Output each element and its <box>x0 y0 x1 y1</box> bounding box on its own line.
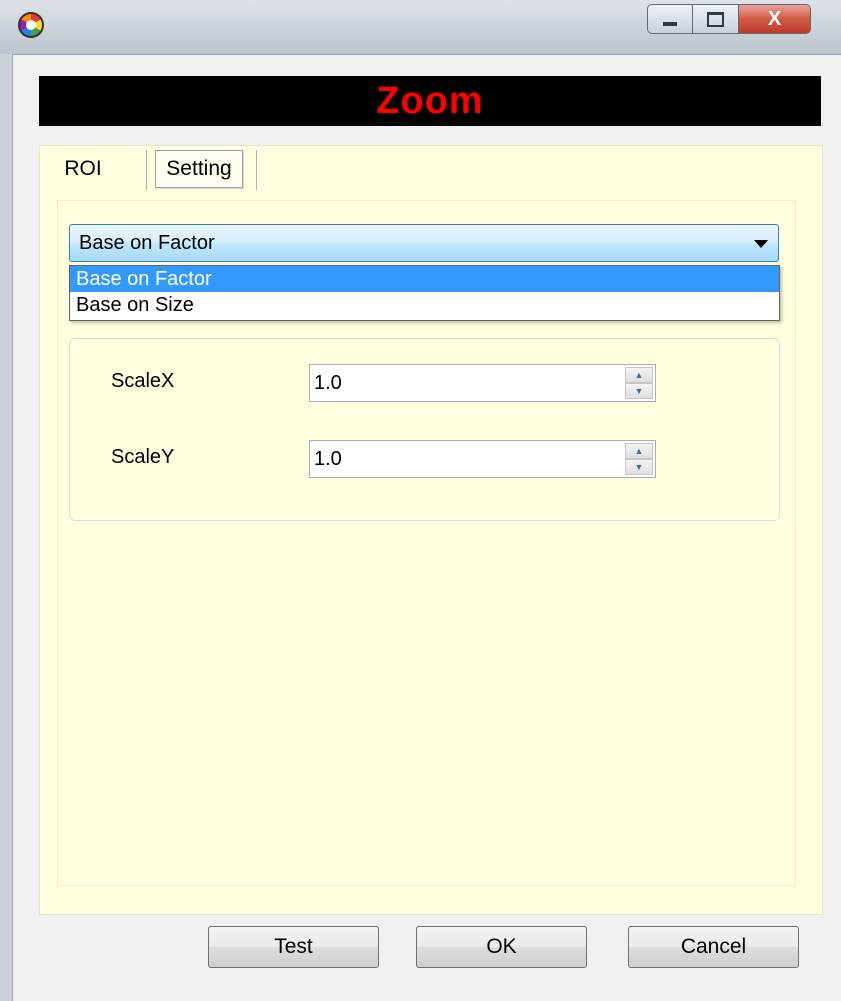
minimize-button[interactable] <box>647 4 693 34</box>
cancel-button[interactable]: Cancel <box>628 926 799 968</box>
tab-setting[interactable]: Setting <box>155 150 243 188</box>
ok-button[interactable]: OK <box>416 926 587 968</box>
mode-dropdown-list: Base on Factor Base on Size <box>69 265 780 321</box>
zoom-dialog-window: X Zoom ROI Setting Base on Factor Base o… <box>0 0 841 1001</box>
window-controls: X <box>647 4 811 36</box>
test-button[interactable]: Test <box>208 926 379 968</box>
tab-divider <box>146 150 147 190</box>
close-button[interactable]: X <box>739 4 811 34</box>
minimize-icon <box>663 22 677 26</box>
spin-up-icon[interactable]: ▲ <box>625 367 653 383</box>
scaley-stepper[interactable]: 1.0 ▲ ▼ <box>309 440 656 478</box>
window-frame-left <box>0 54 13 1001</box>
scaley-spin-buttons: ▲ ▼ <box>625 443 653 475</box>
mode-select[interactable]: Base on Factor <box>69 224 779 262</box>
scalex-label: ScaleX <box>111 370 175 392</box>
spin-down-icon[interactable]: ▼ <box>625 459 653 475</box>
maximize-button[interactable] <box>693 4 739 34</box>
scalex-spin-buttons: ▲ ▼ <box>625 367 653 399</box>
tab-roi[interactable]: ROI <box>58 149 108 189</box>
maximize-icon <box>707 11 724 27</box>
title-bar[interactable]: X <box>0 0 841 55</box>
dropdown-option-base-on-size[interactable]: Base on Size <box>70 292 779 318</box>
close-icon: X <box>767 7 782 30</box>
mode-select-value: Base on Factor <box>79 231 215 254</box>
page-title: Zoom <box>39 76 821 126</box>
spin-down-icon[interactable]: ▼ <box>625 383 653 399</box>
scaley-value[interactable]: 1.0 <box>314 448 342 471</box>
spin-up-icon[interactable]: ▲ <box>625 443 653 459</box>
scalex-value[interactable]: 1.0 <box>314 372 342 395</box>
chevron-down-icon[interactable] <box>754 240 768 248</box>
scalex-stepper[interactable]: 1.0 ▲ ▼ <box>309 364 656 402</box>
tab-divider <box>256 150 257 190</box>
scaley-label: ScaleY <box>111 446 175 468</box>
app-icon[interactable] <box>18 12 44 38</box>
dropdown-option-base-on-factor[interactable]: Base on Factor <box>70 266 779 292</box>
